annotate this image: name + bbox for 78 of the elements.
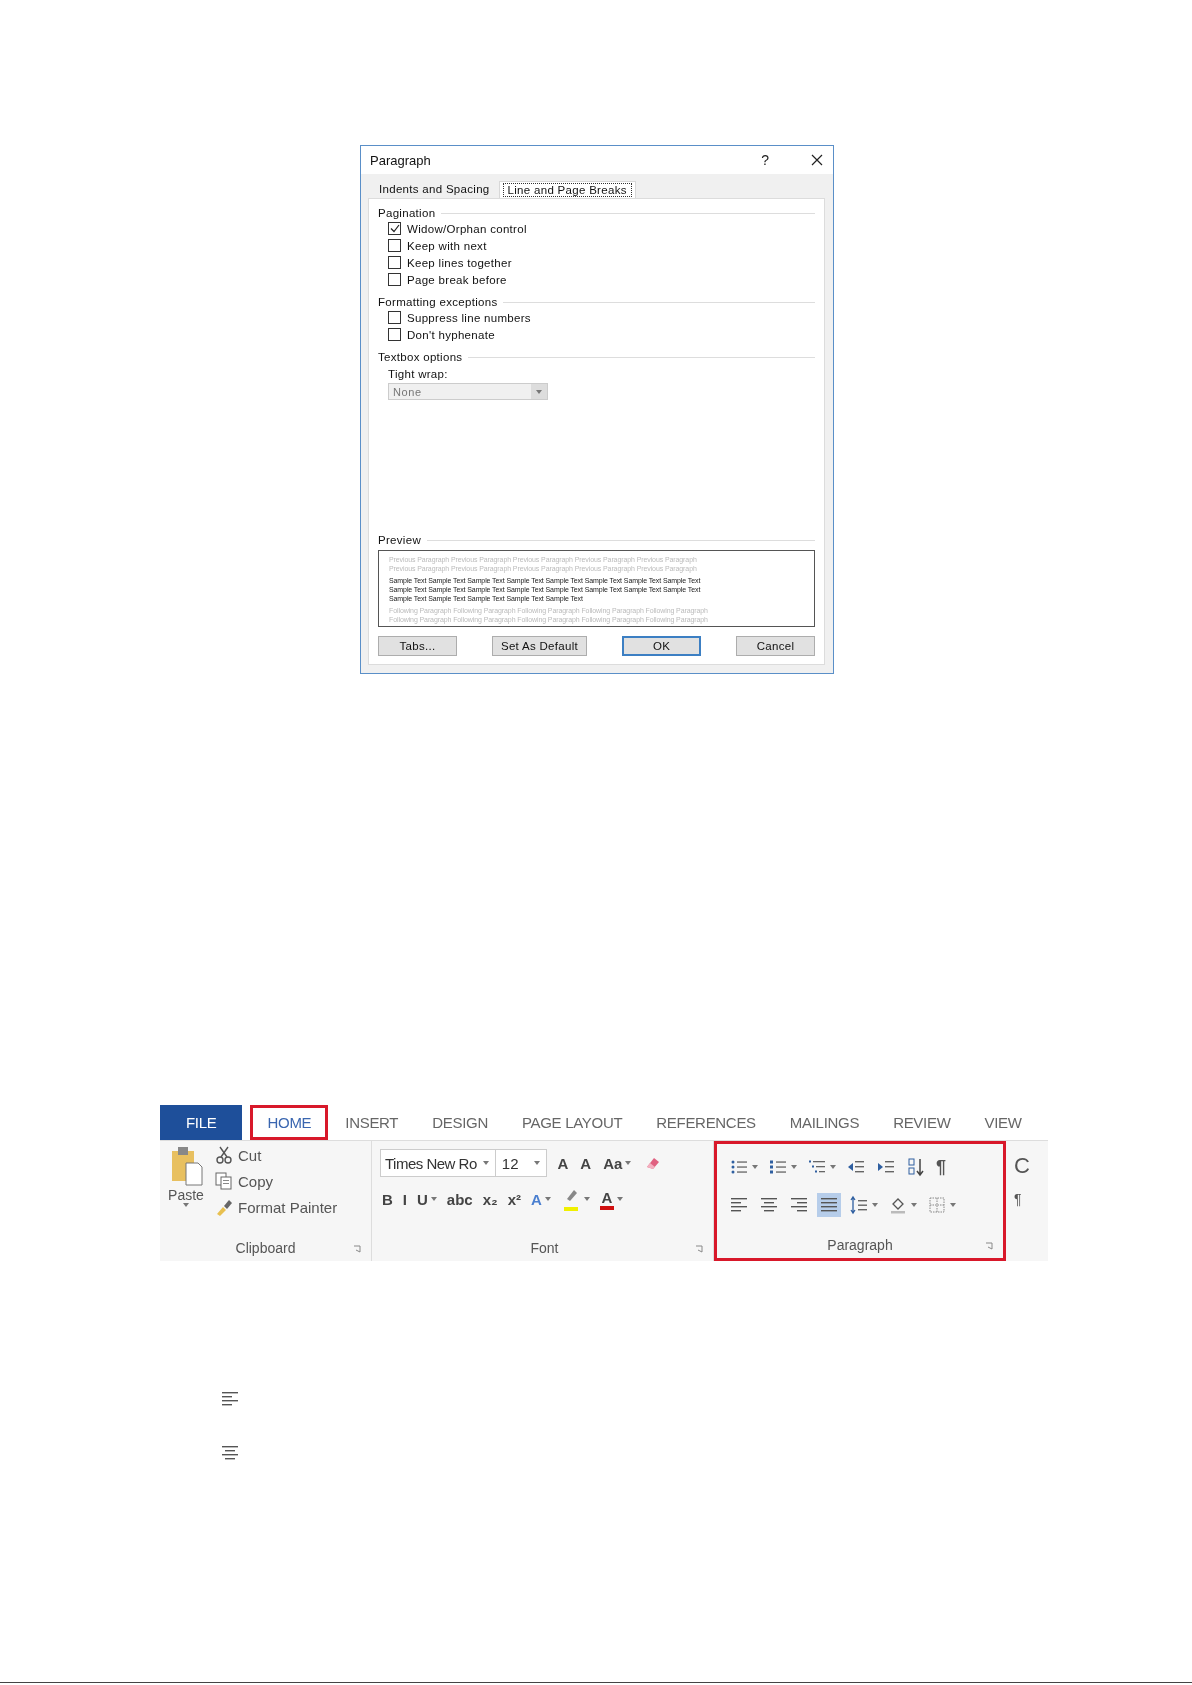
caret-icon [911, 1203, 917, 1207]
caret-icon [534, 1161, 541, 1165]
caret-icon [616, 1197, 623, 1201]
format-button[interactable]: I [400, 1190, 409, 1208]
format-button[interactable]: A [597, 1188, 625, 1210]
group-label: Paragraph [827, 1237, 893, 1253]
caret-icon [430, 1197, 437, 1201]
clipboard-action[interactable]: Copy [214, 1171, 338, 1191]
format-button[interactable]: A [555, 1154, 571, 1172]
ribbon-tab[interactable]: FILE [160, 1105, 243, 1140]
paste-button[interactable]: Paste [164, 1145, 208, 1237]
format-button[interactable]: x² [505, 1190, 524, 1208]
checkbox[interactable] [388, 239, 401, 252]
close-icon[interactable] [811, 154, 823, 166]
caret-icon [830, 1165, 836, 1169]
tab[interactable]: Indents and Spacing [368, 180, 499, 198]
caret-icon [752, 1165, 758, 1169]
ribbon-tab[interactable]: DESIGN [415, 1105, 505, 1140]
clipboard-action[interactable]: Format Painter [214, 1197, 338, 1217]
caret-icon [544, 1197, 551, 1201]
ribbon-tab[interactable]: VIEW [967, 1105, 1039, 1140]
format-button[interactable]: abc [444, 1190, 475, 1208]
dialog-button[interactable]: Tabs... [378, 636, 457, 656]
format-button[interactable]: x₂ [480, 1190, 500, 1208]
caret-icon [536, 389, 542, 394]
paintbrush-icon[interactable] [214, 1197, 234, 1217]
ribbon-tab[interactable]: INSERT [328, 1105, 416, 1140]
help-button[interactable]: ? [755, 151, 775, 169]
field-label: Tight wrap: [388, 368, 449, 380]
ribbon-item[interactable]: ¶ [1014, 1191, 1030, 1207]
tab[interactable]: Line and Page Breaks [498, 181, 636, 198]
caret-icon [950, 1203, 956, 1207]
caret-icon [872, 1203, 878, 1207]
checkbox[interactable] [388, 311, 401, 324]
dialog-button[interactable]: OK [622, 636, 701, 656]
checkbox[interactable] [388, 328, 401, 341]
section-heading: Formatting exceptions [378, 296, 498, 308]
format-button[interactable]: Aa [601, 1154, 634, 1172]
line-spacing-icon[interactable] [849, 1195, 869, 1215]
font-name-field[interactable]: Times New Ro [380, 1149, 496, 1177]
font-size-field[interactable]: 12 [495, 1149, 548, 1177]
ribbon-tab[interactable]: REFERENCES [639, 1105, 773, 1140]
caret-icon [183, 1203, 189, 1207]
caret-icon [625, 1161, 632, 1165]
dialog-button[interactable]: Cancel [736, 636, 815, 656]
checkbox-label: Widow/Orphan control [407, 222, 527, 235]
copy-icon[interactable] [214, 1171, 234, 1191]
ribbon-tab[interactable]: MAILINGS [772, 1105, 877, 1140]
format-button[interactable]: U [415, 1190, 439, 1208]
format-button[interactable]: A [578, 1154, 594, 1172]
ribbon-tab[interactable]: PAGE LAYOUT [504, 1105, 640, 1140]
group-label: Clipboard [235, 1240, 296, 1256]
checkbox[interactable] [388, 256, 401, 269]
ribbon-tab[interactable]: REVIEW [876, 1105, 968, 1140]
sort-icon[interactable] [906, 1157, 926, 1177]
section-heading: Pagination [378, 207, 436, 219]
caret-icon [482, 1161, 489, 1165]
window-title: Paragraph [370, 152, 432, 168]
ribbon-tab[interactable]: HOME [250, 1105, 329, 1140]
checkbox-label: Page break before [407, 273, 507, 286]
section-heading: Preview [378, 534, 421, 546]
caret-icon [583, 1197, 590, 1201]
clipboard-action[interactable]: Cut [214, 1145, 338, 1165]
checkbox-label: Suppress line numbers [407, 311, 531, 324]
checkbox-label: Don't hyphenate [407, 328, 495, 341]
checkbox-label: Keep with next [407, 239, 487, 252]
caret-icon [791, 1165, 797, 1169]
format-button[interactable]: A [529, 1190, 553, 1208]
group-label: Font [530, 1240, 559, 1256]
section-heading: Textbox options [378, 351, 463, 363]
format-button[interactable]: ¶ [934, 1156, 948, 1178]
checkbox[interactable] [388, 273, 401, 286]
format-button[interactable]: B [380, 1190, 395, 1208]
scissors-icon[interactable] [214, 1145, 234, 1165]
dialog-button[interactable]: Set As Default [492, 636, 587, 656]
ribbon-item[interactable]: C [1014, 1153, 1030, 1179]
checkbox-label: Keep lines together [407, 256, 512, 269]
checkbox[interactable] [388, 222, 401, 235]
